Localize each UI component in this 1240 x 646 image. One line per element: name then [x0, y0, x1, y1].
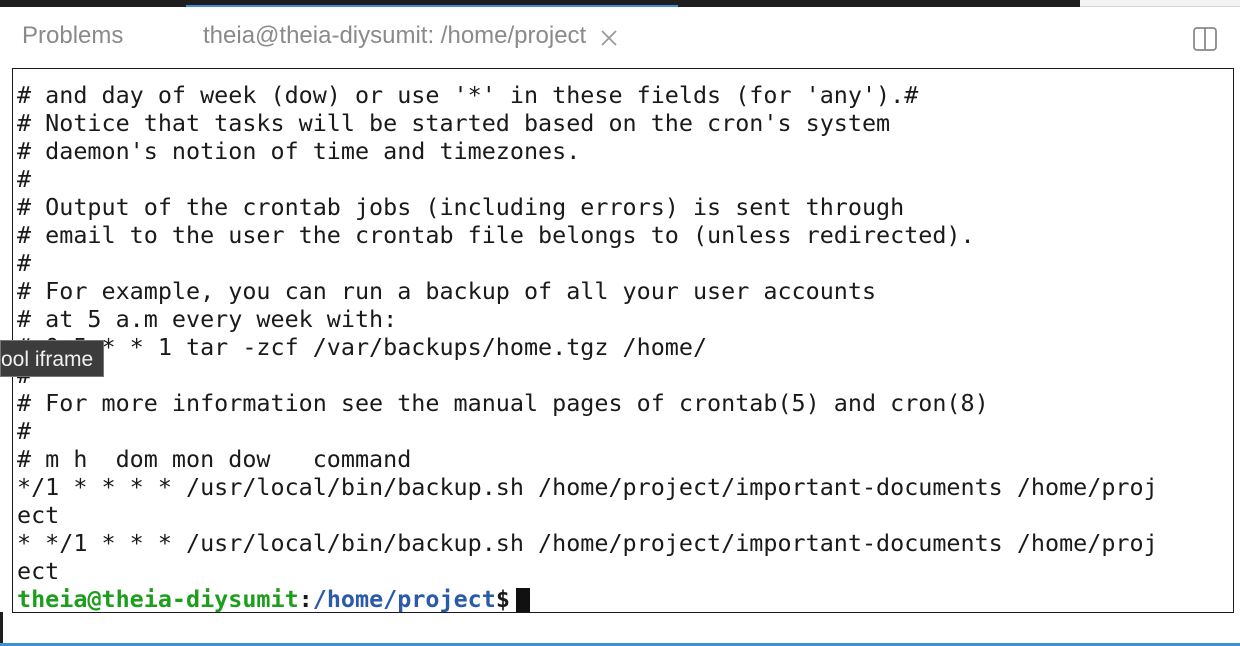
terminal-line: # m h dom mon dow command	[17, 445, 412, 473]
iframe-tooltip: ool iframe	[0, 340, 105, 377]
prompt-user-host: theia@theia-diysumit	[17, 585, 299, 613]
terminal-viewport[interactable]: # and day of week (dow) or use '*' in th…	[12, 68, 1234, 613]
terminal-line: # Output of the crontab jobs (including …	[17, 193, 905, 221]
terminal-line: #	[17, 249, 32, 277]
prompt-path: /home/project	[312, 585, 496, 613]
terminal-output: # and day of week (dow) or use '*' in th…	[17, 81, 1231, 613]
terminal-line: # Notice that tasks will be started base…	[17, 109, 891, 137]
terminal-line: # For example, you can run a backup of a…	[17, 277, 877, 305]
terminal-line: # daemon's notion of time and timezones.	[17, 137, 581, 165]
terminal-line: # 0 5 * * 1 tar -zcf /var/backups/home.t…	[17, 333, 708, 361]
terminal-prompt[interactable]: theia@theia-diysumit:/home/project$	[17, 585, 1231, 613]
terminal-line: ect	[17, 557, 60, 585]
terminal-line: */1 * * * * /usr/local/bin/backup.sh /ho…	[17, 473, 1158, 501]
split-editor-icon[interactable]	[1192, 26, 1218, 52]
prompt-symbol: $	[495, 585, 510, 613]
terminal-line: # at 5 a.m every week with:	[17, 305, 398, 333]
split-editor-icon-svg	[1193, 27, 1217, 51]
left-edge-strip	[0, 612, 3, 646]
theia-terminal-panel: Problems theia@theia-diysumit: /home/pro…	[0, 0, 1240, 646]
prompt-separator: :	[298, 585, 313, 613]
terminal-line: #	[17, 417, 32, 445]
tab-terminal[interactable]: theia@theia-diysumit: /home/project	[186, 5, 678, 65]
terminal-line: #	[17, 361, 1231, 389]
terminal-line: # email to the user the crontab file bel…	[17, 221, 975, 249]
terminal-cursor	[515, 588, 530, 612]
terminal-line: #	[17, 165, 32, 193]
close-icon[interactable]	[598, 27, 620, 49]
close-icon-svg	[601, 30, 617, 46]
tab-terminal-label: theia@theia-diysumit: /home/project	[203, 22, 587, 49]
terminal-line: # For more information see the manual pa…	[17, 389, 989, 417]
terminal-line: ect	[17, 501, 60, 529]
tab-problems-label: Problems	[22, 22, 124, 49]
top-strip-right	[1080, 0, 1240, 7]
terminal-line: # and day of week (dow) or use '*' in th…	[17, 81, 919, 109]
terminal-line: * */1 * * * /usr/local/bin/backup.sh /ho…	[17, 529, 1158, 557]
panel-tab-bar: Problems theia@theia-diysumit: /home/pro…	[0, 5, 1240, 65]
tab-problems[interactable]: Problems	[0, 7, 186, 65]
